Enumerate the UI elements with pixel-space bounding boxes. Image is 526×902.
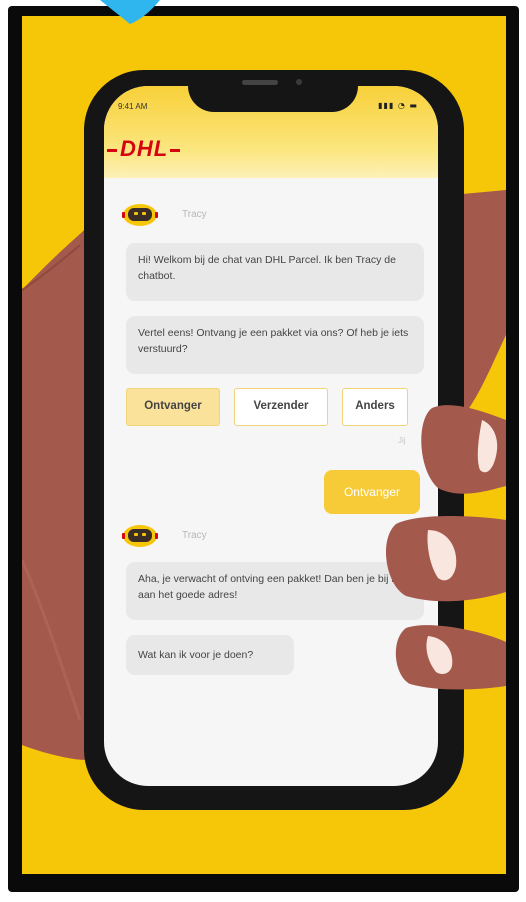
bot-message: Vertel eens! Ontvang je een pakket via o… — [126, 316, 424, 374]
phone-camera — [296, 79, 302, 85]
phone-screen: 9:41 AM ▮▮▮ ◔ ▬ DHL — [104, 86, 438, 786]
bot-name: Tracy — [182, 530, 207, 541]
bot-avatar-icon — [122, 525, 158, 547]
bot-name: Tracy — [182, 209, 207, 220]
dhl-logo: DHL — [106, 136, 181, 161]
phone-notch — [188, 70, 358, 112]
user-label: Jij — [398, 436, 406, 445]
choice-anders-button[interactable]: Anders — [342, 388, 408, 426]
status-icons: ▮▮▮ ◔ ▬ — [378, 101, 418, 110]
choice-ontvanger-button[interactable]: Ontvanger — [126, 388, 220, 426]
choice-verzender-button[interactable]: Verzender — [234, 388, 328, 426]
bot-avatar-icon — [122, 204, 158, 226]
status-time: 9:41 AM — [118, 102, 148, 111]
bot-message: Hi! Welkom bij de chat van DHL Parcel. I… — [126, 243, 424, 301]
bot-message: Wat kan ik voor je doen? — [126, 635, 294, 675]
phone-speaker — [242, 80, 278, 85]
illustration-scene: 9:41 AM ▮▮▮ ◔ ▬ DHL Tracy Hi! Welkom bij… — [22, 16, 506, 874]
bot-message: Aha, je verwacht of ontving een pakket! … — [126, 562, 424, 620]
user-reply-bubble: Ontvanger — [324, 470, 420, 514]
